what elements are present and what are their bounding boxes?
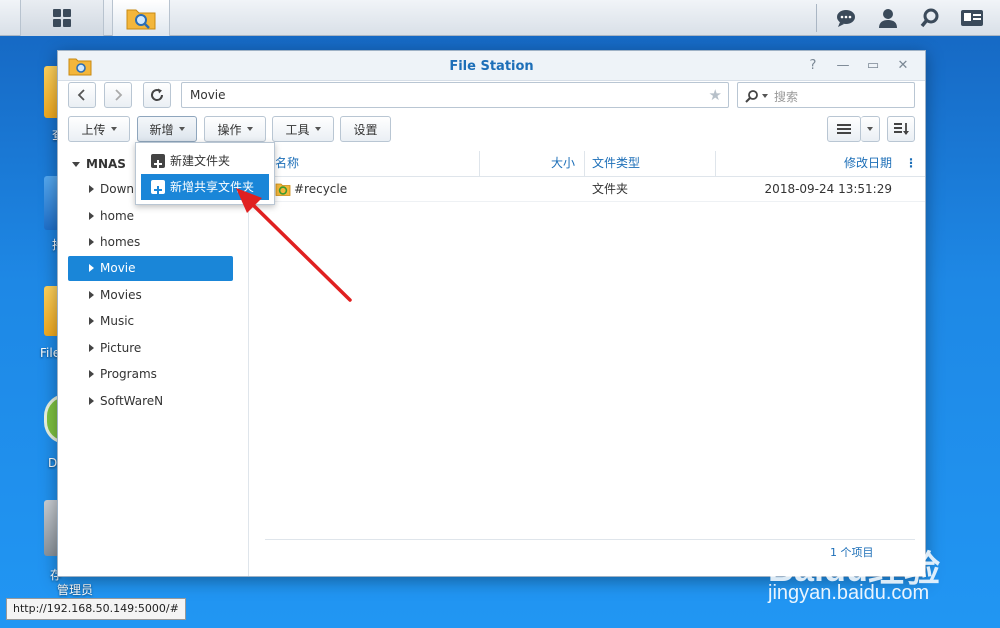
annotation-arrow	[236, 188, 352, 302]
jingyan-watermark: jingyan.baidu.com	[768, 582, 930, 604]
status-url: http://192.168.50.149:5000/#	[6, 598, 186, 620]
